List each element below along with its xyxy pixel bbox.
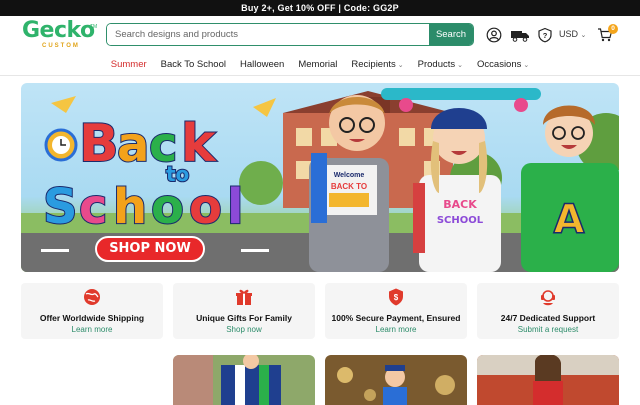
svg-text:A: A	[554, 197, 585, 243]
category-card[interactable]	[325, 355, 467, 405]
svg-text:SCHOOL: SCHOOL	[437, 215, 484, 226]
chevron-down-icon: ⌄	[523, 62, 530, 69]
svg-text:$: $	[394, 293, 399, 302]
svg-text:l: l	[227, 179, 243, 235]
nav-item-summer[interactable]: Summer	[104, 56, 154, 74]
account-icon[interactable]	[486, 27, 502, 43]
svg-text:a: a	[117, 117, 149, 173]
header: Gecko TM CUSTOM Search ? USD ⌄ 0	[0, 16, 640, 54]
logo-sub: CUSTOM	[42, 43, 80, 49]
svg-text:o: o	[151, 179, 184, 235]
search-bar: Search	[106, 23, 474, 46]
logo-tm: TM	[90, 24, 98, 30]
feature-support: 24/7 Dedicated Support Submit a request	[477, 283, 619, 339]
nav-divider	[0, 75, 640, 76]
cart-count-badge: 0	[608, 24, 618, 34]
nav-label: Halloween	[239, 59, 285, 70]
nav-label: Back To School	[160, 59, 226, 70]
help-icon[interactable]: ?	[537, 27, 553, 43]
nav-label: Recipients	[351, 59, 396, 70]
nav-label: Summer	[110, 59, 147, 70]
card-image	[325, 355, 467, 405]
feature-title: Unique Gifts For Family	[196, 313, 292, 323]
feature-secure-payment: $ 100% Secure Payment, Ensured Learn mor…	[325, 283, 467, 339]
card-image	[173, 355, 315, 405]
gift-icon	[236, 289, 252, 305]
support-icon	[541, 290, 555, 306]
svg-text:BACK: BACK	[443, 198, 477, 211]
feature-unique-gifts: Unique Gifts For Family Shop now	[173, 283, 315, 339]
svg-text:?: ?	[543, 31, 548, 40]
feature-link[interactable]: Learn more	[325, 325, 467, 334]
svg-text:S: S	[43, 179, 78, 235]
feature-worldwide-shipping: Offer Worldwide Shipping Learn more	[21, 283, 163, 339]
nav-item-occasions[interactable]: Occasions ⌄	[470, 56, 536, 74]
nav-label: Memorial	[298, 59, 338, 70]
logo-word: Gecko	[22, 18, 95, 43]
svg-text:Welcome: Welcome	[334, 172, 365, 179]
feature-link[interactable]: Learn more	[21, 325, 163, 334]
feature-link[interactable]: Shop now	[173, 325, 315, 334]
feature-title: 100% Secure Payment, Ensured	[331, 313, 461, 323]
feature-link[interactable]: Submit a request	[477, 325, 619, 334]
nav-item-back-to-school[interactable]: Back To School	[154, 56, 233, 74]
hero-banner[interactable]: B a c k to S c h o o l Welcome BACK TO B…	[21, 83, 619, 272]
currency-selector[interactable]: USD ⌄	[559, 29, 586, 39]
globe-icon	[84, 289, 100, 305]
nav-item-recipients[interactable]: Recipients ⌄	[344, 56, 410, 74]
truck-icon[interactable]	[510, 27, 530, 43]
promo-banner: Buy 2+, Get 10% OFF | Code: GG2P	[0, 0, 640, 16]
nav-label: Occasions	[477, 59, 522, 70]
svg-text:h: h	[113, 179, 147, 235]
category-card[interactable]	[173, 355, 315, 405]
svg-text:o: o	[189, 179, 222, 235]
category-card[interactable]	[477, 355, 619, 405]
svg-text:c: c	[79, 179, 107, 235]
chevron-down-icon: ⌄	[397, 62, 404, 69]
card-image	[477, 355, 619, 405]
shield-icon: $	[389, 288, 403, 306]
search-input[interactable]	[107, 24, 429, 45]
shop-now-button[interactable]: SHOP NOW	[95, 236, 205, 262]
currency-label: USD	[559, 29, 579, 39]
main-nav: Summer Back To School Halloween Memorial…	[0, 56, 640, 74]
nav-label: Products	[417, 59, 456, 70]
chevron-down-icon: ⌄	[580, 32, 587, 39]
nav-item-memorial[interactable]: Memorial	[291, 56, 344, 74]
chevron-down-icon: ⌄	[457, 62, 464, 69]
svg-text:BACK TO: BACK TO	[331, 182, 367, 191]
feature-title: 24/7 Dedicated Support	[500, 313, 596, 323]
nav-item-products[interactable]: Products ⌄	[411, 56, 470, 74]
category-cards	[173, 355, 619, 405]
features-row: Offer Worldwide Shipping Learn more Uniq…	[21, 283, 619, 339]
search-button[interactable]: Search	[429, 24, 473, 45]
logo[interactable]: Gecko TM CUSTOM	[20, 18, 100, 52]
svg-text:B: B	[79, 114, 119, 174]
feature-title: Offer Worldwide Shipping	[39, 313, 145, 323]
nav-item-halloween[interactable]: Halloween	[233, 56, 291, 74]
promo-text: Buy 2+, Get 10% OFF | Code: GG2P	[241, 3, 399, 13]
